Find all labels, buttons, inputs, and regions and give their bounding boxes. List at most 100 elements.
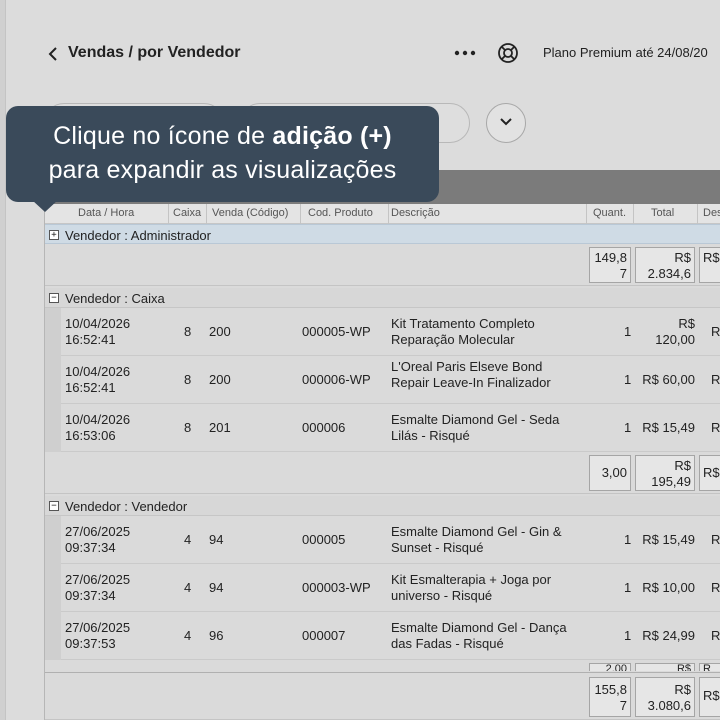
grand-total-value: R$ 3.080,6 xyxy=(635,677,695,717)
sales-grid: Data / Hora Caixa Venda (Código) Cod. Pr… xyxy=(44,204,720,720)
cell-datahora: 10/04/2026 16:52:41 xyxy=(65,364,131,395)
group-row-administrador: + Vendedor : Administrador xyxy=(45,224,720,244)
cell-quant: 1 xyxy=(624,532,632,547)
cell-produto: 000006 xyxy=(302,420,346,435)
page-title: Vendas / por Vendedor xyxy=(68,44,241,61)
cell-total: R$ 10,00 xyxy=(642,580,695,595)
cell-produto: 000007 xyxy=(302,628,346,643)
cell-descricao: Esmalte Diamond Gel - Seda Lilás - Risqu… xyxy=(391,412,560,443)
cell-caixa: 8 xyxy=(184,420,192,435)
cell-quant: 1 xyxy=(624,628,632,643)
group-row-vendedor: − Vendedor : Vendedor xyxy=(45,496,720,516)
lifebuoy-icon[interactable] xyxy=(496,41,520,65)
cell-quant: 1 xyxy=(624,580,632,595)
more-horizontal-icon[interactable] xyxy=(452,43,478,63)
cell-extra: R xyxy=(711,628,720,643)
cell-produto: 000003-WP xyxy=(302,580,371,595)
cell-caixa: 4 xyxy=(184,580,192,595)
plan-status: Plano Premium até 24/08/20 xyxy=(543,45,708,60)
group-summary-row-clipped: 2,00 R$ R xyxy=(45,661,720,671)
hint-tooltip: Clique no ícone de adição (+) para expan… xyxy=(6,106,439,202)
chevron-down-icon xyxy=(499,114,513,132)
cell-quant: 1 xyxy=(624,372,632,387)
table-row[interactable]: 27/06/2025 09:37:34 4 94 000005 Esmalte … xyxy=(45,516,720,564)
table-row[interactable]: 10/04/2026 16:53:06 8 201 000006 Esmalte… xyxy=(45,404,720,452)
column-headers: Data / Hora Caixa Venda (Código) Cod. Pr… xyxy=(45,204,720,224)
cell-produto: 000006-WP xyxy=(302,372,371,387)
col-caixa[interactable]: Caixa xyxy=(173,207,201,219)
table-row[interactable]: 10/04/2026 16:52:41 8 200 000005-WP Kit … xyxy=(45,308,720,356)
cell-caixa: 4 xyxy=(184,628,192,643)
cell-descricao: Kit Esmalterapia + Joga por universo - R… xyxy=(391,572,552,603)
collapse-toggle[interactable]: − xyxy=(49,501,59,511)
cell-total: R$ 15,49 xyxy=(642,532,695,547)
expand-filters-button[interactable] xyxy=(486,103,526,143)
tooltip-line-1: Clique no ícone de adição (+) xyxy=(6,122,439,151)
col-des[interactable]: Des xyxy=(703,207,720,219)
cell-datahora: 27/06/2025 09:37:53 xyxy=(65,620,131,651)
cell-extra: R xyxy=(711,324,720,339)
tooltip-text: Clique no ícone de xyxy=(53,122,273,150)
table-row[interactable]: 10/04/2026 16:52:41 8 200 000006-WP L'Or… xyxy=(45,356,720,404)
cell-caixa: 8 xyxy=(184,324,192,339)
cell-caixa: 8 xyxy=(184,372,192,387)
grand-total-row: 155,8 7 R$ 3.080,6 R$ xyxy=(45,672,720,720)
left-edge xyxy=(0,0,6,720)
col-produto[interactable]: Cod. Produto xyxy=(308,207,373,219)
cell-extra: R xyxy=(711,532,720,547)
col-total[interactable]: Total xyxy=(651,207,674,219)
cell-produto: 000005-WP xyxy=(302,324,371,339)
collapse-toggle[interactable]: − xyxy=(49,293,59,303)
cell-descricao: L'Oreal Paris Elseve Bond Repair Leave-I… xyxy=(391,359,551,390)
cell-extra: R xyxy=(711,420,720,435)
cell-extra: R xyxy=(711,580,720,595)
col-venda[interactable]: Venda (Código) xyxy=(212,207,288,219)
summary-quant: 3,00 xyxy=(589,455,631,491)
expand-toggle[interactable]: + xyxy=(49,230,59,240)
summary-total: R$ xyxy=(635,663,695,671)
summary-quant: 2,00 xyxy=(589,663,631,671)
summary-quant: 149,8 7 xyxy=(589,247,631,283)
group-label: Vendedor : Administrador xyxy=(65,228,211,243)
tooltip-bold-text: adição (+) xyxy=(272,122,392,150)
cell-venda: 200 xyxy=(209,324,231,339)
col-datahora[interactable]: Data / Hora xyxy=(78,207,134,219)
cell-total: R$ 60,00 xyxy=(642,372,695,387)
cell-descricao: Esmalte Diamond Gel - Gin & Sunset - Ris… xyxy=(391,524,562,555)
cell-extra: R xyxy=(711,372,720,387)
cell-venda: 94 xyxy=(209,580,224,595)
tooltip-pointer xyxy=(32,200,58,212)
group-label: Vendedor : Caixa xyxy=(65,291,165,306)
grand-total-quant: 155,8 7 xyxy=(589,677,631,717)
cell-total: R$ 24,99 xyxy=(642,628,695,643)
cell-descricao: Esmalte Diamond Gel - Dança das Fadas - … xyxy=(391,620,567,651)
table-row[interactable]: 27/06/2025 09:37:34 4 94 000003-WP Kit E… xyxy=(45,564,720,612)
cell-total: R$ 120,00 xyxy=(655,316,695,347)
cell-descricao: Kit Tratamento Completo Reparação Molecu… xyxy=(391,316,535,347)
cell-produto: 000005 xyxy=(302,532,346,547)
summary-total: R$ 195,49 xyxy=(635,455,695,491)
group-summary-row: 149,8 7 R$ 2.834,6 R$ xyxy=(45,244,720,286)
col-quant[interactable]: Quant. xyxy=(593,207,626,219)
cell-caixa: 4 xyxy=(184,532,192,547)
col-descricao[interactable]: Descrição xyxy=(391,207,440,219)
cell-total: R$ 15,49 xyxy=(642,420,695,435)
cell-quant: 1 xyxy=(624,420,632,435)
cell-venda: 96 xyxy=(209,628,224,643)
cell-datahora: 27/06/2025 09:37:34 xyxy=(65,524,131,555)
cell-datahora: 10/04/2026 16:52:41 xyxy=(65,316,131,347)
tooltip-line-2: para expandir as visualizações xyxy=(48,156,397,184)
cell-datahora: 27/06/2025 09:37:34 xyxy=(65,572,131,603)
table-row[interactable]: 27/06/2025 09:37:53 4 96 000007 Esmalte … xyxy=(45,612,720,660)
summary-extra: R$ xyxy=(699,455,720,491)
group-label: Vendedor : Vendedor xyxy=(65,499,188,514)
cell-venda: 94 xyxy=(209,532,224,547)
cell-datahora: 10/04/2026 16:53:06 xyxy=(65,412,131,443)
grand-total-extra: R$ xyxy=(699,677,720,717)
group-summary-row: 3,00 R$ 195,49 R$ xyxy=(45,452,720,494)
summary-total: R$ 2.834,6 xyxy=(635,247,695,283)
summary-extra: R xyxy=(699,663,720,671)
page-header: Vendas / por Vendedor Plano Premium até … xyxy=(40,36,720,72)
chevron-left-icon[interactable] xyxy=(45,44,61,64)
summary-extra: R$ xyxy=(699,247,720,283)
